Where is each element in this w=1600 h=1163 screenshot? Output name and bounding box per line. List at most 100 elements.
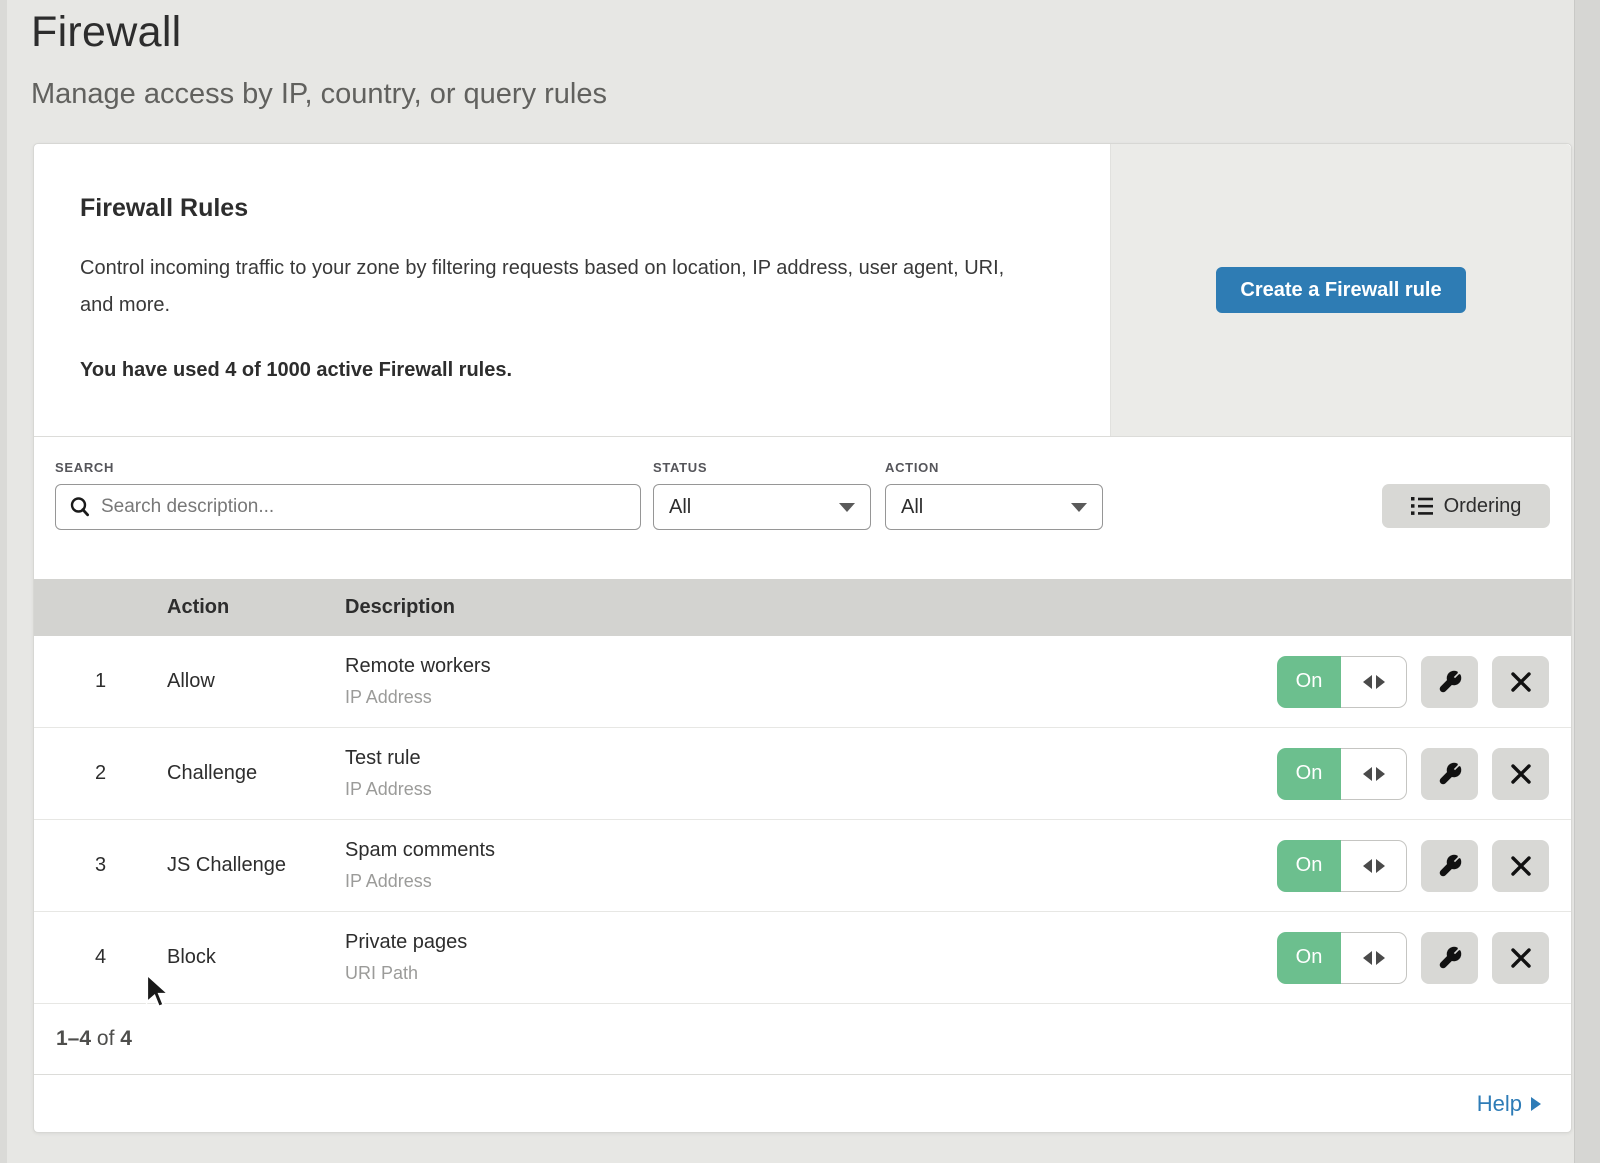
close-icon bbox=[1510, 947, 1532, 969]
ordered-list-icon bbox=[1411, 496, 1433, 516]
wrench-icon bbox=[1438, 670, 1462, 694]
rule-enabled-toggle[interactable]: On bbox=[1277, 840, 1407, 892]
create-firewall-rule-button[interactable]: Create a Firewall rule bbox=[1216, 267, 1466, 313]
rule-priority: 2 bbox=[34, 762, 167, 785]
close-icon bbox=[1510, 671, 1532, 693]
delete-rule-button[interactable] bbox=[1492, 840, 1549, 892]
page-title: Firewall bbox=[31, 8, 607, 57]
card-action-panel: Create a Firewall rule bbox=[1110, 144, 1571, 436]
firewall-rules-card: Firewall Rules Control incoming traffic … bbox=[33, 143, 1572, 1133]
rule-description: Private pages bbox=[345, 931, 1277, 954]
table-header: Action Description bbox=[34, 579, 1571, 636]
status-select[interactable]: All bbox=[653, 484, 871, 530]
page-right-edge bbox=[1574, 0, 1600, 1163]
search-input[interactable] bbox=[101, 496, 627, 518]
delete-rule-button[interactable] bbox=[1492, 656, 1549, 708]
filters-bar: SEARCH STATUS All ACTION bbox=[34, 437, 1571, 579]
rule-enabled-toggle[interactable]: On bbox=[1277, 656, 1407, 708]
card-footer: Help bbox=[34, 1075, 1571, 1132]
edit-rule-button[interactable] bbox=[1421, 748, 1478, 800]
delete-rule-button[interactable] bbox=[1492, 748, 1549, 800]
card-heading: Firewall Rules bbox=[80, 194, 1050, 223]
rule-controls: On bbox=[1277, 748, 1571, 800]
rule-action: Allow bbox=[167, 670, 345, 693]
rule-action: Block bbox=[167, 946, 345, 969]
edit-rule-button[interactable] bbox=[1421, 656, 1478, 708]
left-right-arrows-icon bbox=[1341, 932, 1407, 984]
edit-rule-button[interactable] bbox=[1421, 932, 1478, 984]
pagination: 1–4 of 4 bbox=[34, 1004, 1571, 1075]
search-icon bbox=[69, 496, 91, 518]
action-filter: ACTION All bbox=[885, 460, 1103, 530]
page-subtitle: Manage access by IP, country, or query r… bbox=[31, 78, 607, 111]
rule-enabled-toggle[interactable]: On bbox=[1277, 932, 1407, 984]
wrench-icon bbox=[1438, 946, 1462, 970]
wrench-icon bbox=[1438, 762, 1462, 786]
action-column-header: Action bbox=[167, 596, 345, 619]
page-left-edge bbox=[0, 0, 7, 1163]
right-triangle-icon bbox=[1531, 1097, 1541, 1111]
rule-match-type: IP Address bbox=[345, 779, 1277, 800]
pagination-total: 4 bbox=[120, 1027, 132, 1051]
card-intro: Firewall Rules Control incoming traffic … bbox=[34, 144, 1110, 436]
chevron-down-icon bbox=[839, 503, 855, 512]
usage-summary: You have used 4 of 1000 active Firewall … bbox=[80, 359, 1050, 382]
rule-controls: On bbox=[1277, 656, 1571, 708]
rule-description-cell: Spam comments IP Address bbox=[345, 839, 1277, 892]
rule-enabled-toggle[interactable]: On bbox=[1277, 748, 1407, 800]
description-column-header: Description bbox=[345, 596, 1549, 619]
action-selected-value: All bbox=[901, 496, 923, 519]
help-label: Help bbox=[1477, 1091, 1522, 1117]
toggle-on-label: On bbox=[1277, 748, 1341, 800]
table-row: 4 Block Private pages URI Path On bbox=[34, 912, 1571, 1004]
table-row: 3 JS Challenge Spam comments IP Address … bbox=[34, 820, 1571, 912]
rule-priority: 3 bbox=[34, 854, 167, 877]
wrench-icon bbox=[1438, 854, 1462, 878]
left-right-arrows-icon bbox=[1341, 656, 1407, 708]
rule-description-cell: Test rule IP Address bbox=[345, 747, 1277, 800]
pagination-range: 1–4 bbox=[56, 1027, 91, 1051]
action-label: ACTION bbox=[885, 460, 1103, 475]
status-label: STATUS bbox=[653, 460, 871, 475]
rule-description: Spam comments bbox=[345, 839, 1277, 862]
status-selected-value: All bbox=[669, 496, 691, 519]
rule-action: Challenge bbox=[167, 762, 345, 785]
table-row: 2 Challenge Test rule IP Address On bbox=[34, 728, 1571, 820]
toggle-on-label: On bbox=[1277, 840, 1341, 892]
mouse-cursor bbox=[144, 973, 172, 1009]
rule-match-type: IP Address bbox=[345, 871, 1277, 892]
pagination-of: of bbox=[97, 1027, 115, 1051]
toggle-on-label: On bbox=[1277, 932, 1341, 984]
rule-match-type: URI Path bbox=[345, 963, 1277, 984]
help-link[interactable]: Help bbox=[1477, 1091, 1541, 1117]
left-right-arrows-icon bbox=[1341, 748, 1407, 800]
search-filter: SEARCH bbox=[55, 460, 641, 530]
search-label: SEARCH bbox=[55, 460, 641, 475]
rule-description-cell: Private pages URI Path bbox=[345, 931, 1277, 984]
rule-controls: On bbox=[1277, 932, 1571, 984]
rule-description-cell: Remote workers IP Address bbox=[345, 655, 1277, 708]
close-icon bbox=[1510, 763, 1532, 785]
ordering-button-label: Ordering bbox=[1444, 495, 1522, 518]
delete-rule-button[interactable] bbox=[1492, 932, 1549, 984]
search-box bbox=[55, 484, 641, 530]
rule-match-type: IP Address bbox=[345, 687, 1277, 708]
action-select[interactable]: All bbox=[885, 484, 1103, 530]
card-top-section: Firewall Rules Control incoming traffic … bbox=[34, 144, 1571, 437]
rule-controls: On bbox=[1277, 840, 1571, 892]
rule-description: Remote workers bbox=[345, 655, 1277, 678]
close-icon bbox=[1510, 855, 1532, 877]
page-header: Firewall Manage access by IP, country, o… bbox=[31, 8, 607, 111]
rule-priority: 4 bbox=[34, 946, 167, 969]
chevron-down-icon bbox=[1071, 503, 1087, 512]
rule-priority: 1 bbox=[34, 670, 167, 693]
table-row: 1 Allow Remote workers IP Address On bbox=[34, 636, 1571, 728]
toggle-on-label: On bbox=[1277, 656, 1341, 708]
ordering-button[interactable]: Ordering bbox=[1382, 484, 1550, 528]
left-right-arrows-icon bbox=[1341, 840, 1407, 892]
rule-description: Test rule bbox=[345, 747, 1277, 770]
rule-action: JS Challenge bbox=[167, 854, 345, 877]
status-filter: STATUS All bbox=[653, 460, 871, 530]
firewall-page: Firewall Manage access by IP, country, o… bbox=[0, 0, 1600, 1163]
edit-rule-button[interactable] bbox=[1421, 840, 1478, 892]
